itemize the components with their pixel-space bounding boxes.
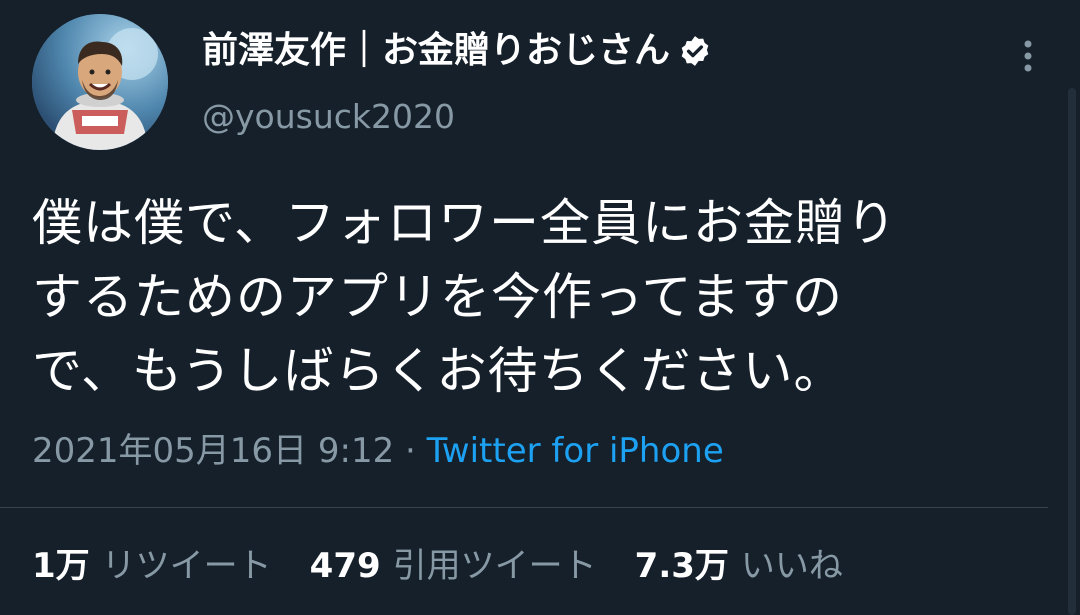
meta-separator: ·: [394, 431, 427, 471]
display-name[interactable]: 前澤友作｜お金贈りおじさん: [202, 26, 712, 76]
quotes-count: 479: [309, 546, 381, 586]
retweets-label: リツイート: [101, 546, 272, 586]
astronaut-avatar-icon: [32, 14, 168, 150]
quotes-label: 引用ツイート: [392, 546, 597, 586]
likes-stat[interactable]: 7.3万 いいね: [635, 538, 843, 594]
tweet-source-link[interactable]: Twitter for iPhone: [427, 431, 724, 471]
display-name-text: 前澤友作｜お金贈りおじさん: [202, 30, 671, 71]
likes-count: 7.3万: [634, 546, 729, 586]
divider: [0, 507, 1048, 508]
more-options-icon[interactable]: [1010, 36, 1046, 76]
avatar[interactable]: [32, 14, 168, 150]
tweet-timestamp[interactable]: 2021年05月16日 9:12: [32, 431, 394, 471]
tweet-stats: 1万 リツイート 479 引用ツイート 7.3万 いいね: [32, 538, 843, 594]
scrollbar[interactable]: [1068, 88, 1076, 615]
tweet-meta: 2021年05月16日 9:12 · Twitter for iPhone: [32, 426, 724, 476]
retweets-count: 1万: [32, 546, 90, 586]
user-handle[interactable]: @yousuck2020: [202, 93, 455, 141]
tweet-text: 僕は僕で、フォロワー全員にお金贈り するためのアプリを今作ってますの で、もうし…: [32, 194, 897, 400]
likes-label: いいね: [740, 546, 843, 586]
quotes-stat[interactable]: 479 引用ツイート: [310, 538, 597, 594]
verified-badge-icon: [681, 36, 709, 66]
retweets-stat[interactable]: 1万 リツイート: [32, 538, 272, 594]
